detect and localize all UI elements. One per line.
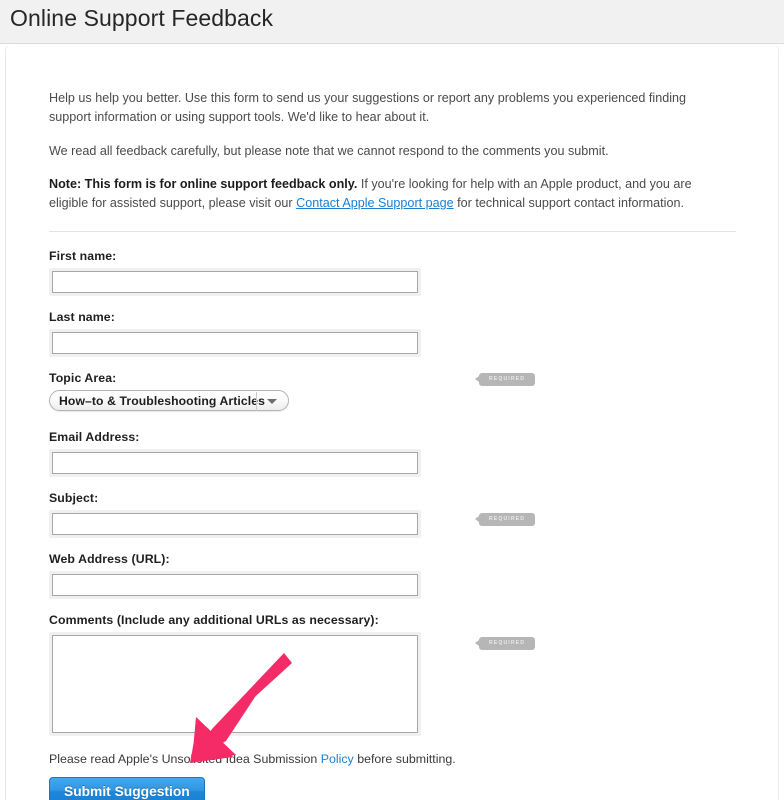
subject-required-badge: REQUIRED [475, 513, 535, 526]
field-first-name: First name: [49, 249, 739, 296]
policy-text-before-link: Please read Apple's Unsolicited Idea Sub… [49, 752, 321, 766]
first-name-input-wrapper [49, 268, 421, 296]
intro-note-paragraph: Note: This form is for online support fe… [49, 175, 709, 213]
note-bold-text: Note: This form is for online support fe… [49, 177, 358, 191]
section-divider [49, 231, 736, 232]
comments-textarea[interactable] [52, 635, 418, 733]
field-email-address: Email Address: [49, 430, 739, 477]
comments-required-badge: REQUIRED [475, 637, 535, 650]
page-title: Online Support Feedback [10, 5, 274, 31]
field-subject: Subject: REQUIRED [49, 491, 739, 538]
window-header: Online Support Feedback [0, 0, 784, 44]
field-comments: Comments (Include any additional URLs as… [49, 613, 739, 738]
last-name-input[interactable] [52, 332, 418, 354]
topic-area-selected-value: How–to & Troubleshooting Articles [59, 394, 265, 408]
select-separator [256, 392, 257, 411]
field-last-name: Last name: [49, 310, 739, 357]
web-address-label: Web Address (URL): [49, 552, 170, 566]
submission-policy-link[interactable]: Policy [321, 752, 354, 766]
topic-area-required-badge: REQUIRED [475, 373, 535, 386]
field-web-address: Web Address (URL): [49, 552, 739, 599]
subject-input[interactable] [52, 513, 418, 535]
last-name-label: Last name: [49, 310, 115, 324]
comments-textarea-wrapper [49, 632, 421, 736]
topic-area-select[interactable]: How–to & Troubleshooting Articles [49, 390, 289, 411]
contact-apple-support-link[interactable]: Contact Apple Support page [296, 196, 454, 210]
first-name-input[interactable] [52, 271, 418, 293]
last-name-input-wrapper [49, 329, 421, 357]
subject-label: Subject: [49, 491, 99, 505]
policy-text: Please read Apple's Unsolicited Idea Sub… [49, 752, 739, 766]
email-address-input-wrapper [49, 449, 421, 477]
comments-label: Comments (Include any additional URLs as… [49, 613, 379, 627]
note-text-after-link: for technical support contact informatio… [453, 196, 684, 210]
web-address-input-wrapper [49, 571, 421, 599]
email-address-input[interactable] [52, 452, 418, 474]
page-content: Help us help you better. Use this form t… [49, 89, 739, 800]
intro-paragraph-2: We read all feedback carefully, but plea… [49, 144, 609, 158]
subject-input-wrapper [49, 510, 421, 538]
email-address-label: Email Address: [49, 430, 140, 444]
feedback-form: First name: Last name: Topic Area: How–t… [49, 249, 739, 800]
intro-paragraph-1: Help us help you better. Use this form t… [49, 91, 687, 124]
policy-text-after-link: before submitting. [353, 752, 456, 766]
first-name-label: First name: [49, 249, 117, 263]
field-topic-area: Topic Area: How–to & Troubleshooting Art… [49, 371, 739, 416]
web-address-input[interactable] [52, 574, 418, 596]
topic-area-label: Topic Area: [49, 371, 117, 385]
submit-suggestion-button[interactable]: Submit Suggestion [49, 777, 205, 800]
chevron-down-icon [267, 399, 277, 404]
page-panel: Help us help you better. Use this form t… [5, 45, 779, 800]
